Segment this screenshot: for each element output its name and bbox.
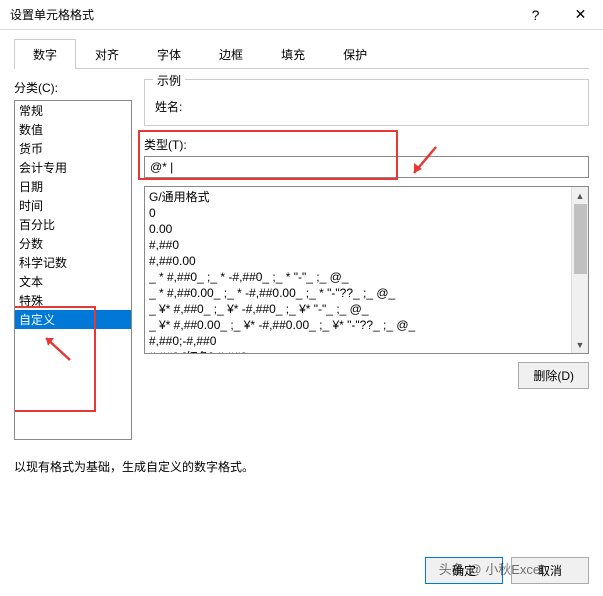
window-title: 设置单元格格式 xyxy=(10,6,513,23)
tab-protect[interactable]: 保护 xyxy=(324,39,386,69)
category-item[interactable]: 分数 xyxy=(15,234,131,253)
format-item[interactable]: 0 xyxy=(149,205,567,221)
sample-group-label: 示例 xyxy=(153,72,185,89)
format-item[interactable]: #,##0 xyxy=(149,237,567,253)
tabstrip: 数字 对齐 字体 边框 填充 保护 xyxy=(14,38,589,69)
format-item[interactable]: #,##0;-#,##0 xyxy=(149,333,567,349)
category-item[interactable]: 货币 xyxy=(15,139,131,158)
titlebar: 设置单元格格式 ? ✕ xyxy=(0,0,603,30)
category-item-custom[interactable]: 自定义 xyxy=(15,310,131,329)
scroll-track[interactable] xyxy=(572,204,588,336)
scroll-down-icon[interactable]: ▼ xyxy=(572,336,588,353)
format-item[interactable]: G/通用格式 xyxy=(149,189,567,205)
category-label: 分类(C): xyxy=(14,79,132,96)
category-item[interactable]: 常规 xyxy=(15,101,131,120)
type-label: 类型(T): xyxy=(144,136,589,153)
sample-group: 示例 姓名: xyxy=(144,79,589,126)
format-item[interactable]: 0.00 xyxy=(149,221,567,237)
tab-align[interactable]: 对齐 xyxy=(76,39,138,69)
sample-value: 姓名: xyxy=(155,98,578,115)
format-item[interactable]: _ ¥* #,##0.00_ ;_ ¥* -#,##0.00_ ;_ ¥* "-… xyxy=(149,317,567,333)
category-item[interactable]: 文本 xyxy=(15,272,131,291)
category-item[interactable]: 数值 xyxy=(15,120,131,139)
category-item[interactable]: 日期 xyxy=(15,177,131,196)
scrollbar[interactable]: ▲ ▼ xyxy=(571,187,588,353)
scroll-thumb[interactable] xyxy=(574,204,587,274)
tab-number[interactable]: 数字 xyxy=(14,39,76,69)
format-item[interactable]: #,##0.00 xyxy=(149,253,567,269)
dialog-content: 数字 对齐 字体 边框 填充 保护 分类(C): 常规 数值 货币 会计专用 日… xyxy=(0,30,603,489)
category-item[interactable]: 时间 xyxy=(15,196,131,215)
scroll-up-icon[interactable]: ▲ xyxy=(572,187,588,204)
format-item[interactable]: _ * #,##0.00_ ;_ * -#,##0.00_ ;_ * "-"??… xyxy=(149,285,567,301)
tab-font[interactable]: 字体 xyxy=(138,39,200,69)
close-button[interactable]: ✕ xyxy=(558,0,603,30)
tab-border[interactable]: 边框 xyxy=(200,39,262,69)
format-item[interactable]: _ ¥* #,##0_ ;_ ¥* -#,##0_ ;_ ¥* "-"_ ;_ … xyxy=(149,301,567,317)
category-item[interactable]: 会计专用 xyxy=(15,158,131,177)
delete-button[interactable]: 删除(D) xyxy=(518,362,589,389)
type-input[interactable] xyxy=(144,156,589,178)
format-item[interactable]: #,##0;[红色]-#,##0 xyxy=(149,349,567,354)
category-item[interactable]: 科学记数 xyxy=(15,253,131,272)
category-item[interactable]: 百分比 xyxy=(15,215,131,234)
ok-button[interactable]: 确定 xyxy=(425,557,503,584)
hint-text: 以现有格式为基础，生成自定义的数字格式。 xyxy=(14,458,589,475)
dialog-footer: 确定 取消 xyxy=(425,557,589,584)
cancel-button[interactable]: 取消 xyxy=(511,557,589,584)
format-item[interactable]: _ * #,##0_ ;_ * -#,##0_ ;_ * "-"_ ;_ @_ xyxy=(149,269,567,285)
format-list[interactable]: G/通用格式 0 0.00 #,##0 #,##0.00 _ * #,##0_ … xyxy=(144,186,589,354)
help-button[interactable]: ? xyxy=(513,0,558,30)
category-item[interactable]: 特殊 xyxy=(15,291,131,310)
category-list[interactable]: 常规 数值 货币 会计专用 日期 时间 百分比 分数 科学记数 文本 特殊 自定… xyxy=(14,100,132,440)
tab-fill[interactable]: 填充 xyxy=(262,39,324,69)
